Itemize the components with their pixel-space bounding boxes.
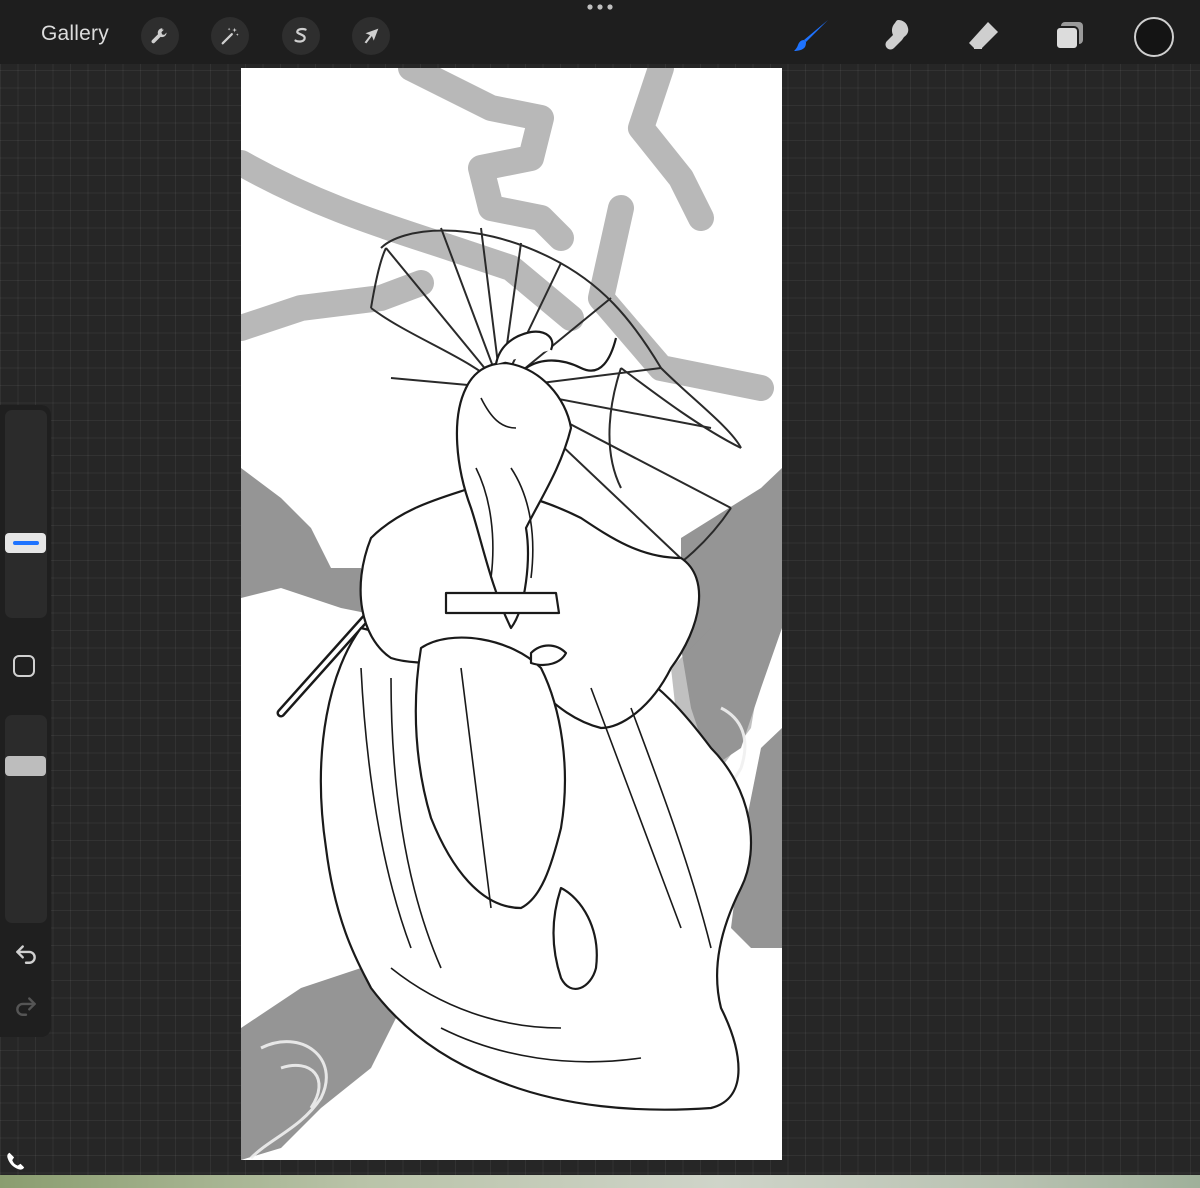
eraser-tool-button[interactable] (964, 16, 1004, 56)
opacity-thumb[interactable] (5, 756, 46, 776)
artwork-sketch (241, 68, 782, 1160)
layers-button[interactable] (1049, 16, 1089, 56)
brush-size-indicator (12, 541, 39, 545)
transform-button[interactable] (352, 17, 390, 55)
top-toolbar: Gallery (0, 0, 1200, 64)
arrow-cursor-icon (364, 28, 379, 44)
selection-s-icon (294, 27, 307, 43)
eraser-icon (969, 22, 998, 49)
left-sidebar (0, 405, 51, 1037)
gallery-button[interactable]: Gallery (41, 22, 109, 46)
brush-size-slider[interactable] (5, 410, 47, 618)
bottom-strip (0, 1175, 1200, 1188)
modify-button[interactable] (13, 655, 35, 677)
undo-icon[interactable] (13, 940, 39, 966)
redo-icon[interactable] (13, 992, 39, 1018)
phone-icon[interactable] (4, 1150, 26, 1172)
brush-size-thumb[interactable] (5, 533, 46, 553)
brush-icon (794, 20, 828, 51)
actions-button[interactable] (141, 17, 179, 55)
layers-icon (1055, 22, 1083, 50)
opacity-slider[interactable] (5, 715, 47, 923)
wrench-icon (151, 28, 167, 44)
smudge-tool-button[interactable] (878, 16, 918, 56)
smudge-icon (885, 20, 909, 50)
brush-tool-button[interactable] (792, 16, 832, 56)
drawing-canvas[interactable] (241, 68, 782, 1160)
color-swatch-button[interactable] (1134, 17, 1174, 57)
selection-button[interactable] (282, 17, 320, 55)
adjustments-button[interactable] (211, 17, 249, 55)
more-dots-icon[interactable] (586, 3, 614, 11)
magic-wand-icon (221, 27, 239, 45)
